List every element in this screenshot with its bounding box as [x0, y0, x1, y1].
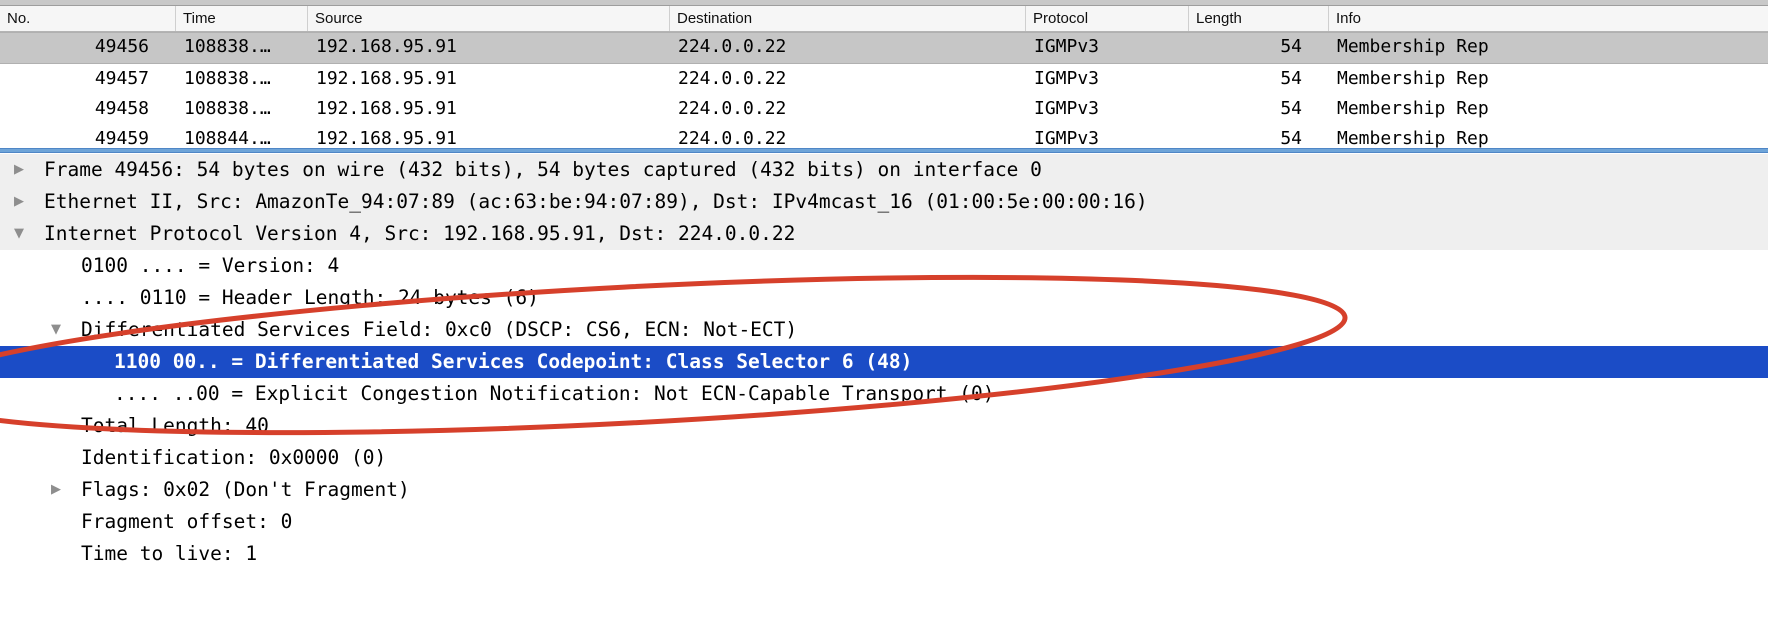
packet-cell-info: Membership Rep	[1337, 36, 1489, 57]
column-header-protocol[interactable]: Protocol	[1025, 6, 1188, 31]
detail-tree-row-label: Time to live: 1	[81, 542, 258, 565]
packet-detail-tree[interactable]: ▶ Frame 49456: 54 bytes on wire (432 bits…	[0, 154, 1768, 570]
packet-cell-destination: 224.0.0.22	[678, 98, 787, 119]
detail-tree-row[interactable]: .... ..00 = Explicit Congestion Notifica…	[0, 378, 1768, 410]
detail-tree-row-label: Frame 49456: 54 bytes on wire (432 bits)…	[44, 158, 1042, 181]
packet-cell-time: 108838.…	[184, 98, 271, 119]
packet-cell-info: Membership Rep	[1337, 98, 1489, 119]
tree-gutter-spacer	[45, 410, 67, 442]
packet-cell-no: 49457	[94, 68, 149, 89]
expand-triangle-icon[interactable]: ▶	[8, 186, 30, 218]
detail-tree-row-label: .... ..00 = Explicit Congestion Notifica…	[114, 382, 995, 405]
detail-tree-row[interactable]: Total Length: 40	[0, 410, 1768, 442]
packet-list-pane[interactable]: No. Time Source Destination Protocol Length In…	[0, 6, 1768, 153]
packet-cell-time: 108838.…	[184, 68, 271, 89]
packet-cell-source: 192.168.95.91	[316, 98, 457, 119]
column-header-source[interactable]: Source	[307, 6, 669, 31]
wireshark-window: No. Time Source Destination Protocol Length In…	[0, 0, 1768, 636]
packet-cell-protocol: IGMPv3	[1034, 98, 1100, 119]
tree-gutter-spacer	[82, 346, 104, 378]
tree-gutter-spacer	[45, 250, 67, 282]
detail-tree-row-label: Ethernet II, Src: AmazonTe_94:07:89 (ac:…	[44, 190, 1148, 213]
packet-cell-source: 192.168.95.91	[316, 68, 457, 89]
packet-row[interactable]: 49457 108838.… 192.168.95.91 224.0.0.22 IGMP…	[0, 64, 1768, 94]
detail-tree-row-label: Internet Protocol Version 4, Src: 192.16…	[44, 222, 796, 245]
packet-cell-length: 54	[1280, 36, 1302, 57]
packet-details-pane[interactable]: ▶ Frame 49456: 54 bytes on wire (432 bits…	[0, 154, 1768, 636]
packet-cell-length: 54	[1280, 68, 1302, 89]
expand-triangle-icon[interactable]: ▶	[8, 154, 30, 186]
column-header-time[interactable]: Time	[175, 6, 307, 31]
collapse-triangle-icon[interactable]: ▼	[8, 218, 30, 250]
tree-gutter-spacer	[45, 442, 67, 474]
packet-cell-info: Membership Rep	[1337, 68, 1489, 89]
packet-list-column-header[interactable]: No. Time Source Destination Protocol Length In…	[0, 6, 1768, 32]
detail-tree-row-label: .... 0110 = Header Length: 24 bytes (6)	[81, 286, 539, 309]
detail-tree-row-label: Flags: 0x02 (Don't Fragment)	[81, 478, 410, 501]
packet-cell-destination: 224.0.0.22	[678, 36, 787, 57]
detail-tree-row[interactable]: 1100 00.. = Differentiated Services Code…	[0, 346, 1768, 378]
detail-tree-row[interactable]: Identification: 0x0000 (0)	[0, 442, 1768, 474]
packet-list-rows[interactable]: 49456 108838.… 192.168.95.91 224.0.0.22 IGMP…	[0, 32, 1768, 153]
detail-tree-row-label: Identification: 0x0000 (0)	[81, 446, 387, 469]
packet-cell-length: 54	[1280, 98, 1302, 119]
packet-cell-time: 108838.…	[184, 36, 271, 57]
tree-gutter-spacer	[45, 282, 67, 314]
detail-tree-row[interactable]: Fragment offset: 0	[0, 506, 1768, 538]
detail-tree-row-label: Total Length: 40	[81, 414, 269, 437]
packet-cell-protocol: IGMPv3	[1034, 36, 1100, 57]
detail-tree-row-label: 0100 .... = Version: 4	[81, 254, 340, 277]
column-header-info[interactable]: Info	[1328, 6, 1768, 31]
packet-cell-no: 49458	[94, 98, 149, 119]
detail-tree-row-label: 1100 00.. = Differentiated Services Code…	[114, 350, 913, 373]
detail-tree-row-label: Differentiated Services Field: 0xc0 (DSC…	[81, 318, 798, 341]
expand-triangle-icon[interactable]: ▶	[45, 474, 67, 506]
packet-cell-destination: 224.0.0.22	[678, 68, 787, 89]
column-header-length[interactable]: Length	[1188, 6, 1328, 31]
packet-cell-source: 192.168.95.91	[316, 36, 457, 57]
packet-row[interactable]: 49456 108838.… 192.168.95.91 224.0.0.22 IGMP…	[0, 32, 1768, 64]
detail-tree-row[interactable]: ▶ Flags: 0x02 (Don't Fragment)	[0, 474, 1768, 506]
detail-tree-row[interactable]: ▶ Frame 49456: 54 bytes on wire (432 bits…	[0, 154, 1768, 186]
collapse-triangle-icon[interactable]: ▼	[45, 314, 67, 346]
detail-tree-row[interactable]: Time to live: 1	[0, 538, 1768, 570]
detail-tree-row[interactable]: ▼ Differentiated Services Field: 0xc0 (DS…	[0, 314, 1768, 346]
column-header-no[interactable]: No.	[0, 6, 175, 31]
detail-tree-row[interactable]: ▶ Ethernet II, Src: AmazonTe_94:07:89 (ac…	[0, 186, 1768, 218]
packet-cell-no: 49456	[94, 36, 149, 57]
tree-gutter-spacer	[82, 378, 104, 410]
packet-row[interactable]: 49458 108838.… 192.168.95.91 224.0.0.22 IGMP…	[0, 94, 1768, 124]
tree-gutter-spacer	[45, 538, 67, 570]
packet-cell-protocol: IGMPv3	[1034, 68, 1100, 89]
tree-gutter-spacer	[45, 506, 67, 538]
pane-divider-handle[interactable]	[0, 148, 1768, 153]
column-header-destination[interactable]: Destination	[669, 6, 1025, 31]
detail-tree-row[interactable]: 0100 .... = Version: 4	[0, 250, 1768, 282]
detail-tree-row-label: Fragment offset: 0	[81, 510, 293, 533]
detail-tree-row[interactable]: ▼ Internet Protocol Version 4, Src: 192.1…	[0, 218, 1768, 250]
detail-tree-row[interactable]: .... 0110 = Header Length: 24 bytes (6)	[0, 282, 1768, 314]
